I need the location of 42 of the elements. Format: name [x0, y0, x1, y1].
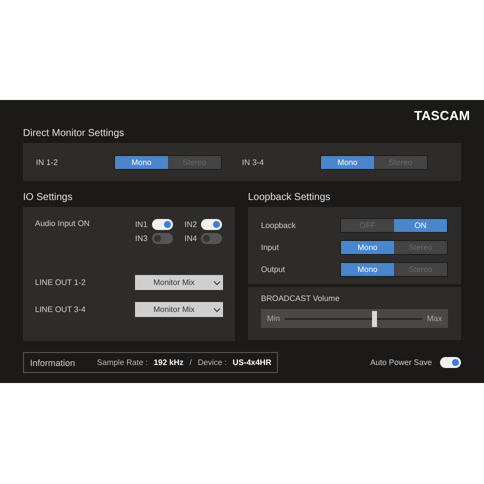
option-button[interactable]: Mono	[321, 156, 374, 168]
channel-label: IN 3-4	[242, 158, 265, 166]
option-button[interactable]: Mono	[341, 263, 394, 276]
slider-thumb[interactable]	[372, 310, 377, 326]
option-button[interactable]: Mono	[115, 156, 168, 168]
option-button[interactable]: ON	[394, 219, 447, 232]
toggle-switch[interactable]	[201, 219, 222, 230]
dropdown[interactable]: Monitor Mix	[135, 302, 223, 317]
section-title: Direct Monitor Settings	[23, 128, 126, 139]
toggle-switch[interactable]	[201, 233, 222, 244]
audio-input-label: Audio Input ON	[35, 219, 90, 230]
line-out-label: LINE OUT 3-4	[35, 305, 87, 314]
input-label: IN1	[135, 220, 148, 229]
brand-logo: TASCAM	[414, 108, 470, 123]
toggle-switch[interactable]	[152, 219, 173, 230]
min-label: Min	[267, 314, 280, 323]
information-title: Information	[30, 358, 76, 368]
channel-label: IN 1-2	[36, 158, 59, 166]
auto-power-save-label: Auto Power Save	[370, 358, 432, 367]
chevron-down-icon	[213, 306, 221, 312]
input-label: IN4	[184, 234, 197, 243]
section-title: IO Settings	[23, 192, 74, 203]
input-label: IN3	[135, 234, 148, 243]
max-label: Max	[426, 314, 442, 323]
toggle-switch[interactable]	[152, 233, 173, 244]
input-label: IN2	[184, 220, 197, 229]
section-title: Loopback Settings	[248, 192, 332, 203]
toggle-switch[interactable]	[440, 357, 461, 368]
device-label: Device :	[198, 358, 227, 367]
device-value: US-4x4HR	[232, 358, 272, 367]
sample-rate-value: 192 kHz	[154, 358, 184, 367]
option-button[interactable]: Mono	[341, 241, 394, 254]
setting-label: Loopback	[261, 221, 297, 230]
dropdown[interactable]: Monitor Mix	[135, 275, 223, 290]
setting-label: Input	[261, 243, 280, 252]
volume-title: BROADCAST Volume	[261, 294, 341, 303]
volume-slider[interactable]: Min Max	[261, 309, 448, 328]
line-out-label: LINE OUT 1-2	[35, 278, 87, 287]
chevron-down-icon	[213, 280, 221, 286]
separator: /	[190, 358, 192, 367]
setting-label: Output	[261, 265, 286, 274]
sample-rate-label: Sample Rate :	[97, 358, 148, 367]
